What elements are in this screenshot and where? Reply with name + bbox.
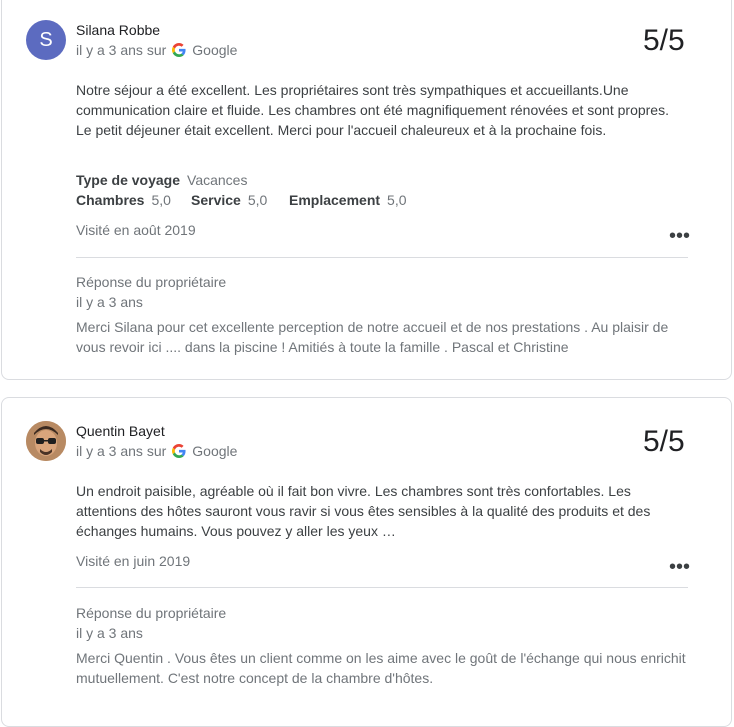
divider (76, 257, 688, 258)
owner-response-text: Merci Quentin . Vous êtes un client comm… (76, 650, 686, 686)
review-source: Google (192, 443, 238, 459)
google-icon (172, 43, 186, 57)
divider (76, 587, 688, 588)
rating-label: Chambres (76, 192, 145, 208)
reviewer-name[interactable]: Quentin Bayet (76, 423, 165, 439)
visited-date: Visité en juin 2019 (76, 553, 191, 569)
review-card: Quentin Bayet il y a 3 ans sur Google 5/… (1, 397, 732, 727)
rating-service: Service 5,0 (191, 192, 267, 208)
avatar[interactable] (26, 421, 66, 461)
rating-chambres: Chambres 5,0 (76, 192, 171, 208)
rating-value: 5,0 (387, 192, 407, 208)
review-time: il y a 3 ans sur (76, 42, 167, 58)
review-score: 5/5 (643, 425, 685, 458)
reviewer-name[interactable]: Silana Robbe (76, 22, 160, 38)
rating-label: Service (191, 192, 241, 208)
review-meta: il y a 3 ans sur Google (76, 443, 237, 459)
trip-type: Type de voyage Vacances (76, 172, 247, 188)
rating-value: 5,0 (151, 192, 171, 208)
review-card: S Silana Robbe il y a 3 ans sur Google 5… (1, 0, 732, 380)
review-source: Google (192, 42, 238, 58)
trip-type-value: Vacances (187, 172, 248, 188)
rating-emplacement: Emplacement 5,0 (289, 192, 407, 208)
rating-value: 5,0 (247, 192, 268, 208)
google-icon (172, 444, 186, 458)
owner-response-label: Réponse du propriétaire (76, 605, 227, 621)
owner-response-text: Merci Silana pour cet excellente percept… (76, 319, 669, 355)
owner-response-time: il y a 3 ans (76, 294, 143, 310)
owner-response-time: il y a 3 ans (76, 625, 143, 641)
avatar-photo-icon (26, 421, 66, 461)
more-horizontal-icon[interactable]: ••• (669, 226, 690, 246)
review-meta: il y a 3 ans sur Google (76, 42, 237, 58)
rating-label: Emplacement (289, 192, 381, 208)
trip-type-label: Type de voyage (76, 172, 181, 188)
visited-date: Visité en août 2019 (76, 222, 196, 238)
review-text: Un endroit paisible, agréable où il fait… (76, 483, 651, 539)
review-text: Notre séjour a été excellent. Les propri… (76, 82, 669, 138)
owner-response-label: Réponse du propriétaire (76, 274, 227, 290)
more-horizontal-icon[interactable]: ••• (669, 557, 690, 577)
avatar[interactable]: S (26, 20, 66, 60)
review-score: 5/5 (643, 24, 685, 57)
review-time: il y a 3 ans sur (76, 443, 167, 459)
